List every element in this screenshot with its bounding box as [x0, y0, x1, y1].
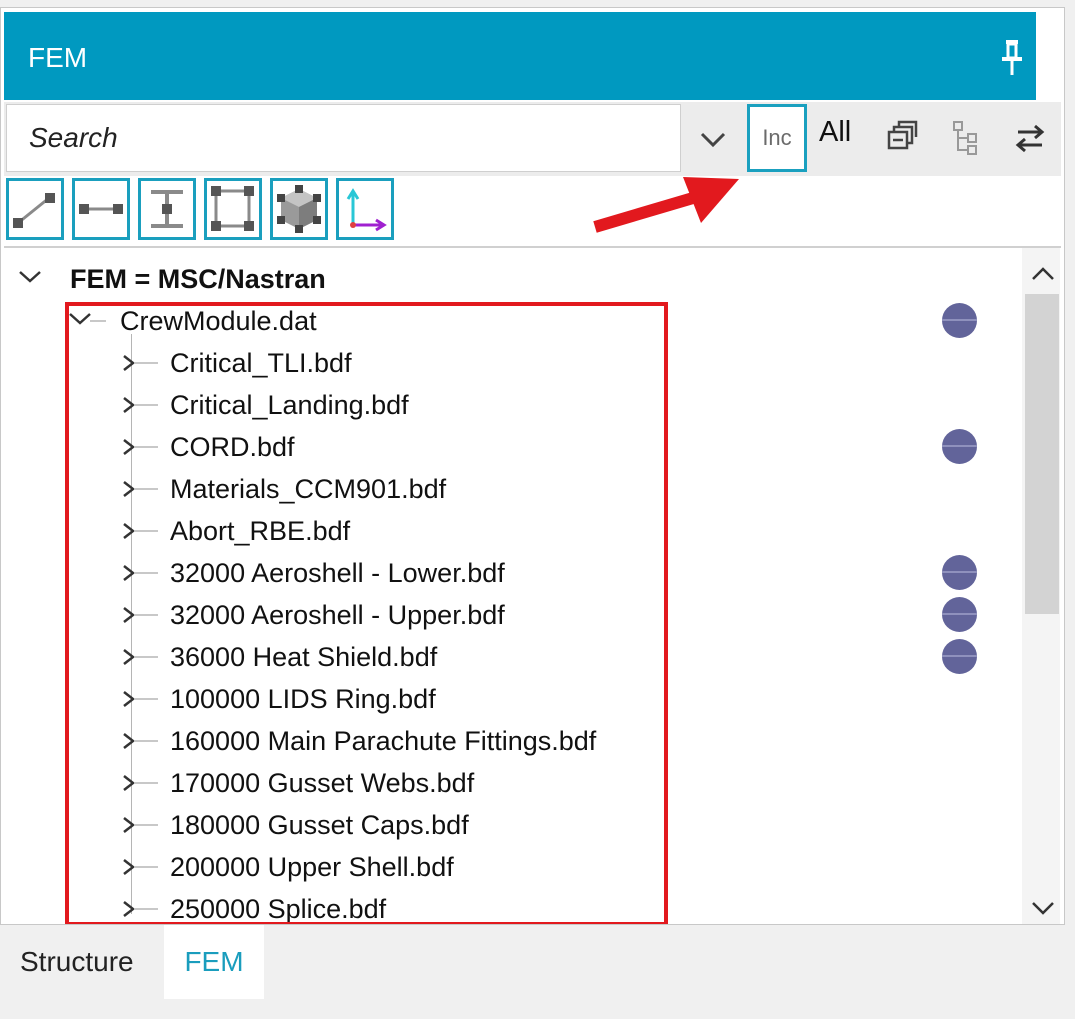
collapse-all-icon[interactable]: [882, 118, 922, 158]
include-filter-button[interactable]: Inc: [747, 104, 807, 172]
bottom-tab-bar: Structure FEM: [0, 925, 1065, 1019]
tab-structure[interactable]: Structure: [0, 925, 164, 999]
solid-element-icon: [277, 185, 321, 233]
status-dot: [942, 639, 977, 674]
tab-fem[interactable]: FEM: [164, 925, 264, 999]
vertical-scrollbar[interactable]: [1022, 248, 1060, 924]
panel-header: FEM: [4, 12, 1036, 100]
annotation-highlight-box: [65, 302, 668, 924]
scroll-up-icon[interactable]: [1030, 266, 1056, 282]
status-dot: [942, 429, 977, 464]
search-box: [6, 104, 681, 172]
annotation-arrow-icon: [593, 177, 739, 233]
panel-title: FEM: [28, 42, 88, 73]
element-type-ibeam-button[interactable]: [138, 178, 196, 240]
coordinate-axes-icon: [346, 188, 387, 232]
search-toolbar: Inc All: [4, 102, 1061, 176]
fem-panel: FEM Inc All: [0, 7, 1065, 925]
hierarchy-icon[interactable]: [946, 118, 986, 158]
chevron-down-icon[interactable]: [684, 104, 742, 172]
status-dot: [942, 555, 977, 590]
coordinate-system-button[interactable]: [336, 178, 394, 240]
shell-element-icon: [211, 186, 254, 231]
fem-tree: FEM = MSC/Nastran CrewModule.dat Critica…: [4, 246, 1061, 924]
beam-element-icon: [79, 204, 123, 214]
status-dot: [942, 597, 977, 632]
status-dot: [942, 303, 977, 338]
scrollbar-thumb[interactable]: [1025, 294, 1059, 614]
show-all-button[interactable]: All: [819, 116, 851, 149]
element-type-solid-button[interactable]: [270, 178, 328, 240]
sync-arrows-icon[interactable]: [1010, 118, 1050, 158]
bar-element-icon: [13, 193, 55, 228]
search-input[interactable]: [27, 117, 651, 159]
element-type-beam-button[interactable]: [72, 178, 130, 240]
pin-icon[interactable]: [998, 38, 1026, 78]
ibeam-element-icon: [151, 190, 183, 228]
tree-root-label: FEM = MSC/Nastran: [70, 264, 326, 294]
chevron-down-icon[interactable]: [18, 270, 46, 284]
scroll-down-icon[interactable]: [1030, 900, 1056, 916]
element-type-bar-button[interactable]: [6, 178, 64, 240]
element-type-shell-button[interactable]: [204, 178, 262, 240]
